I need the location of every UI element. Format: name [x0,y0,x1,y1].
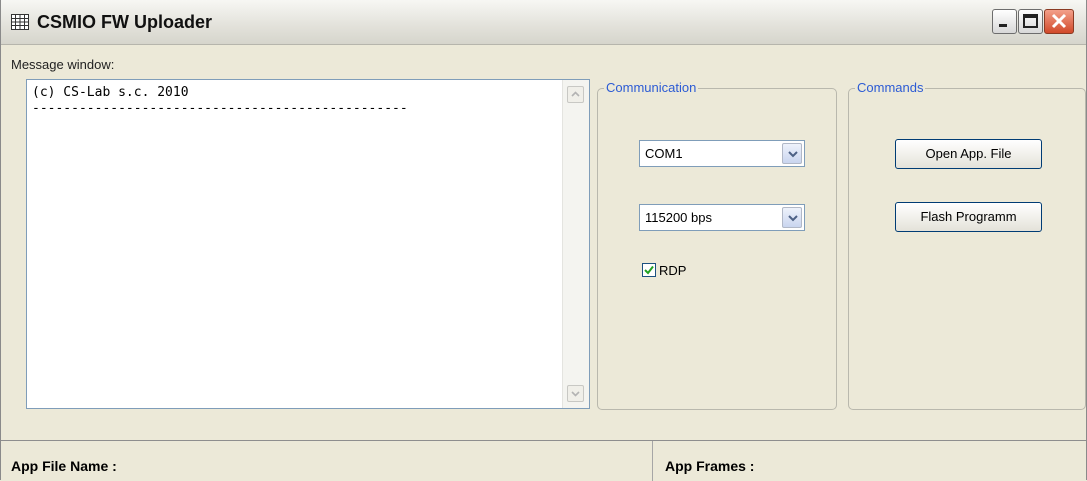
title-bar[interactable]: CSMIO FW Uploader [1,0,1086,45]
chevron-down-icon [788,151,798,158]
message-line: ----------------------------------------… [32,101,408,116]
communication-legend: Communication [604,80,699,95]
maximize-button[interactable] [1018,9,1043,34]
chevron-up-icon [571,91,580,97]
flash-program-button[interactable]: Flash Programm [895,202,1042,232]
chevron-down-icon [788,215,798,222]
message-text: (c) CS-Lab s.c. 2010 -------------------… [32,85,408,117]
message-window-label: Message window: [11,57,115,72]
commands-legend: Commands [855,80,926,95]
commands-group: Commands Open App. File Flash Programm [848,80,1086,410]
close-button[interactable] [1044,9,1074,34]
status-panel-file: App File Name : [1,441,653,481]
baud-dropdown-button[interactable] [782,207,802,228]
minimize-button[interactable] [992,9,1017,34]
port-value: COM1 [645,146,683,161]
message-line: (c) CS-Lab s.c. 2010 [32,85,189,100]
scroll-down-button[interactable] [567,385,584,402]
open-app-file-button[interactable]: Open App. File [895,139,1042,169]
app-frames-label: App Frames : [665,458,755,474]
chevron-down-icon [571,391,580,397]
message-window[interactable]: (c) CS-Lab s.c. 2010 -------------------… [26,79,590,409]
rdp-label[interactable]: RDP [659,263,686,278]
vertical-scrollbar[interactable] [562,80,589,408]
baud-select[interactable]: 115200 bps [639,204,805,231]
app-grid-icon [11,14,29,30]
app-window: CSMIO FW Uploader Message window: (c) CS… [0,0,1087,481]
baud-value: 115200 bps [645,210,712,225]
communication-group: Communication COM1 115200 bps RDP [597,80,837,410]
port-select[interactable]: COM1 [639,140,805,167]
app-file-name-label: App File Name : [11,458,117,474]
rdp-checkbox[interactable] [642,263,656,277]
status-panel-frames: App Frames : [655,441,1086,481]
checkmark-icon [644,265,654,275]
window-title: CSMIO FW Uploader [37,12,212,32]
scroll-up-button[interactable] [567,86,584,103]
status-bar: App File Name : App Frames : [1,440,1086,481]
port-dropdown-button[interactable] [782,143,802,164]
client-area: Message window: (c) CS-Lab s.c. 2010 ---… [1,45,1086,440]
